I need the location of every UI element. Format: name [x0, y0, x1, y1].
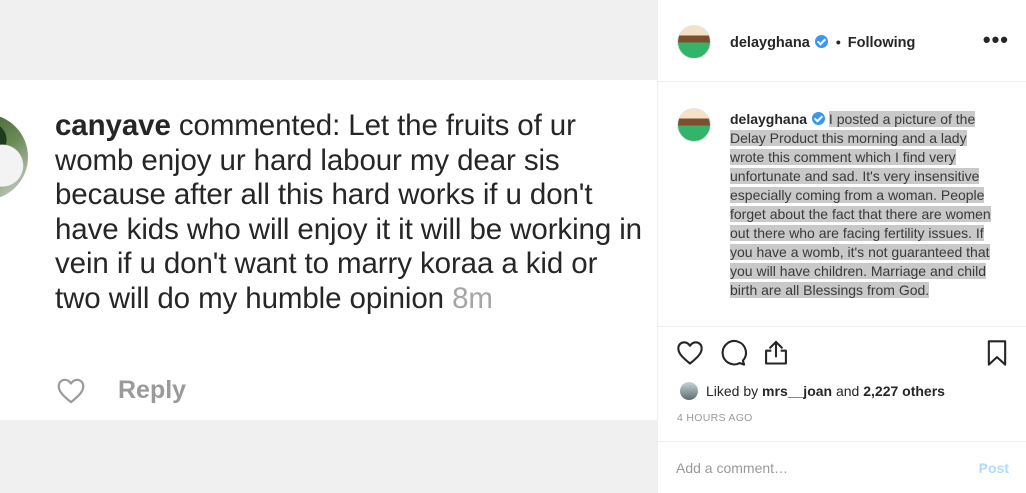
- post-comment-button[interactable]: Post: [979, 460, 1009, 476]
- share-icon[interactable]: [762, 339, 790, 372]
- caption: delayghana I posted a picture of the Del…: [730, 110, 998, 300]
- caption-author-avatar[interactable]: [677, 108, 711, 142]
- likes-others-link[interactable]: 2,227 others: [863, 383, 945, 399]
- likes-text: Liked by mrs__joan and 2,227 others: [706, 383, 945, 399]
- likes-and: and: [832, 383, 864, 399]
- comment-box: Post: [658, 441, 1026, 493]
- reply-label: Reply: [118, 375, 187, 404]
- following-button[interactable]: Following: [848, 35, 916, 51]
- separator-dot: •: [835, 34, 841, 50]
- caption-username[interactable]: delayghana: [730, 111, 807, 127]
- post-header: delayghana • Following •••: [658, 0, 1026, 82]
- instagram-post-page: canyave commented: Let the fruits of ur …: [0, 0, 1026, 493]
- verified-badge-icon: [812, 112, 826, 125]
- liker-username[interactable]: mrs__joan: [762, 383, 832, 399]
- commenter-username: canyave: [55, 109, 171, 142]
- comment-screenshot: canyave commented: Let the fruits of ur …: [0, 80, 657, 420]
- like-heart-icon[interactable]: [676, 339, 704, 372]
- likes-summary: Liked by mrs__joan and 2,227 others: [680, 380, 945, 402]
- comment-time: 8m: [452, 281, 493, 315]
- post-timestamp: 4 HOURS AGO: [677, 412, 753, 424]
- author-username[interactable]: delayghana: [730, 35, 810, 51]
- heart-icon: [56, 377, 86, 404]
- comment-text: canyave commented: Let the fruits of ur …: [55, 109, 650, 317]
- liker-avatar: [680, 382, 698, 400]
- likes-prefix: Liked by: [706, 383, 763, 399]
- caption-text: I posted a picture of the Delay Product …: [730, 111, 991, 298]
- author-avatar[interactable]: [677, 25, 711, 59]
- comment-bubble-icon[interactable]: [719, 339, 747, 372]
- post-image[interactable]: canyave commented: Let the fruits of ur …: [0, 0, 657, 493]
- bookmark-icon[interactable]: [984, 339, 1010, 372]
- verified-badge-icon: [814, 35, 828, 48]
- commenter-avatar: [0, 114, 28, 200]
- author-info: delayghana • Following: [730, 34, 915, 51]
- more-options-icon[interactable]: •••: [983, 29, 1009, 51]
- add-comment-input[interactable]: [676, 456, 966, 480]
- comment-actions: Reply: [56, 372, 186, 408]
- caption-area: delayghana I posted a picture of the Del…: [658, 83, 1026, 327]
- action-bar: [676, 339, 1010, 369]
- post-side-panel: delayghana • Following ••• delayghana I …: [657, 0, 1026, 493]
